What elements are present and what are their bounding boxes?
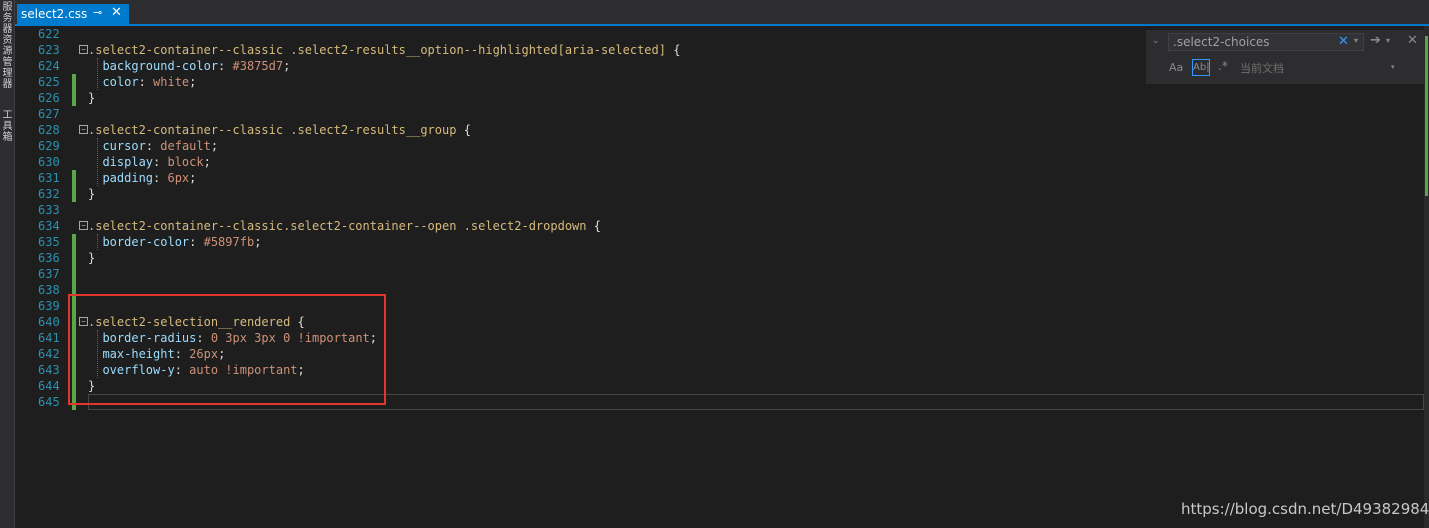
code-line[interactable]: } <box>88 250 95 266</box>
line-number: 640 <box>38 315 60 329</box>
code-line[interactable]: .select2-container--classic .select2-res… <box>88 122 471 138</box>
line-number: 633 <box>38 203 60 217</box>
line-number: 636 <box>38 251 60 265</box>
match-case-toggle[interactable]: Aa <box>1169 61 1183 74</box>
line-number: 639 <box>38 299 60 313</box>
tab-bar <box>15 0 1429 26</box>
line-number: 627 <box>38 107 60 121</box>
clear-search-icon[interactable]: ✕ <box>1338 34 1349 49</box>
fold-toggle[interactable]: − <box>79 45 88 54</box>
expand-replace-icon[interactable]: ⌄ <box>1152 36 1160 46</box>
server-explorer-tab[interactable]: 服务器资源管理器 <box>0 2 15 90</box>
line-number: 625 <box>38 75 60 89</box>
whole-word-toggle[interactable]: Ab| <box>1192 59 1210 76</box>
line-number: 632 <box>38 187 60 201</box>
line-number: 631 <box>38 171 60 185</box>
line-number: 638 <box>38 283 60 297</box>
line-number: 643 <box>38 363 60 377</box>
change-bar <box>72 170 76 202</box>
change-bar <box>72 74 76 106</box>
close-find-icon[interactable]: ✕ <box>1407 33 1418 48</box>
pin-icon[interactable]: ⊸ <box>93 6 102 19</box>
line-number: 635 <box>38 235 60 249</box>
find-input[interactable]: .select2-choices <box>1168 33 1364 51</box>
code-line[interactable]: } <box>88 186 95 202</box>
fold-toggle[interactable]: − <box>79 221 88 230</box>
watermark: https://blog.csdn.net/D493829844 <box>1181 500 1429 518</box>
line-number: 637 <box>38 267 60 281</box>
gutter <box>15 26 35 528</box>
code-line[interactable]: background-color: #3875d7; <box>88 58 290 74</box>
line-number: 622 <box>38 27 60 41</box>
code-editor[interactable] <box>35 26 1429 528</box>
line-number: 634 <box>38 219 60 233</box>
line-number: 642 <box>38 347 60 361</box>
search-scope[interactable]: 当前文档 <box>1240 60 1284 76</box>
tab-select2-css[interactable]: select2.css ⊸ ✕ <box>17 4 129 25</box>
regex-toggle[interactable]: .* <box>1218 59 1228 73</box>
fold-toggle[interactable]: − <box>79 125 88 134</box>
toolbox-tab[interactable]: 工具箱 <box>0 110 15 143</box>
code-line[interactable]: color: white; <box>88 74 196 90</box>
line-number: 644 <box>38 379 60 393</box>
code-line[interactable]: display: block; <box>88 154 210 170</box>
line-number: 624 <box>38 59 60 73</box>
line-number: 629 <box>38 139 60 153</box>
annotation-box <box>68 294 386 405</box>
code-line[interactable]: padding: 6px; <box>88 170 196 186</box>
line-number: 626 <box>38 91 60 105</box>
chevron-down-icon[interactable]: ▾ <box>1391 63 1395 71</box>
tab-title: select2.css <box>21 7 88 21</box>
line-number: 628 <box>38 123 60 137</box>
search-options-icon[interactable]: ▾ <box>1354 36 1358 45</box>
line-number: 630 <box>38 155 60 169</box>
line-number: 623 <box>38 43 60 57</box>
find-next-dropdown-icon[interactable]: ▾ <box>1386 36 1390 45</box>
code-line[interactable]: cursor: default; <box>88 138 218 154</box>
find-next-icon[interactable]: ➔ <box>1370 33 1381 48</box>
code-line[interactable]: .select2-container--classic .select2-res… <box>88 42 680 58</box>
line-number: 645 <box>38 395 60 409</box>
code-line[interactable]: } <box>88 90 95 106</box>
code-line[interactable]: .select2-container--classic.select2-cont… <box>88 218 601 234</box>
code-line[interactable]: border-color: #5897fb; <box>88 234 261 250</box>
scrollbar-change-marker <box>1425 36 1428 196</box>
line-number: 641 <box>38 331 60 345</box>
tool-strip: 服务器资源管理器 工具箱 <box>0 0 15 528</box>
close-icon[interactable]: ✕ <box>111 5 122 20</box>
